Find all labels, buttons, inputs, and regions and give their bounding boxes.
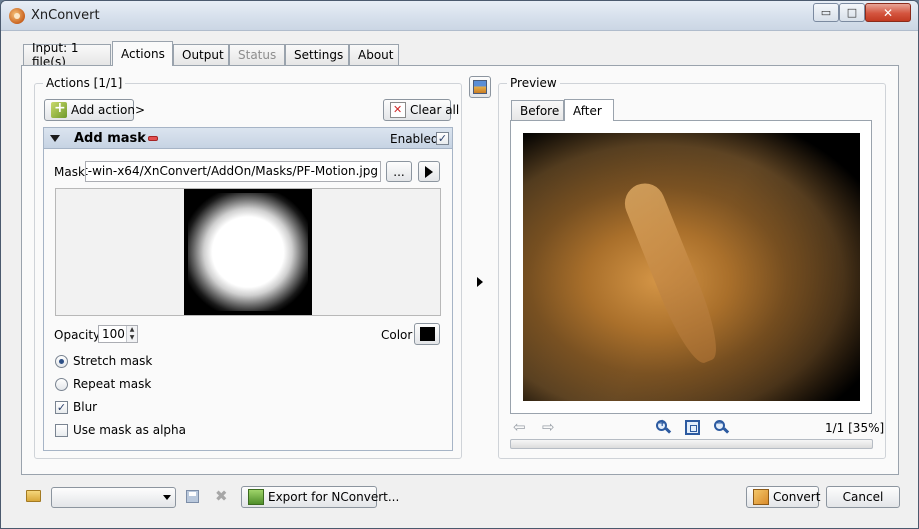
clear-all-button[interactable]: Clear all bbox=[383, 99, 459, 121]
convert-button[interactable]: Convert bbox=[746, 486, 821, 508]
preview-group-title: Preview bbox=[507, 76, 560, 90]
opacity-label: Opacity bbox=[54, 328, 101, 342]
expand-arrow-icon[interactable] bbox=[477, 277, 483, 287]
tab-after[interactable]: After bbox=[564, 99, 614, 121]
use-mask-alpha-label: Use mask as alpha bbox=[73, 423, 186, 437]
stretch-mask-label: Stretch mask bbox=[73, 354, 153, 368]
mask-path-value: XnConvert-win-x64/XnConvert/AddOn/Masks/… bbox=[86, 164, 378, 178]
app-window: XnConvert ▭ □ ✕ Input: 1 file(s) Actions… bbox=[0, 0, 919, 529]
zoom-in-sign: + bbox=[658, 418, 667, 429]
tab-about[interactable]: About bbox=[349, 44, 399, 65]
zoom-in-icon[interactable]: + bbox=[656, 418, 672, 435]
preview-progress-bar bbox=[510, 439, 873, 449]
delete-icon[interactable]: ✖ bbox=[215, 487, 228, 505]
add-action-icon bbox=[51, 100, 67, 118]
spin-down-icon[interactable]: ▼ bbox=[127, 334, 137, 342]
enabled-checkbox[interactable]: ✓ bbox=[436, 132, 449, 145]
save-icon[interactable] bbox=[186, 490, 199, 503]
export-icon bbox=[248, 489, 264, 505]
browse-mask-button[interactable]: ... bbox=[386, 161, 412, 182]
add-action-button[interactable]: Add action> bbox=[44, 99, 145, 121]
mask-path-input[interactable]: XnConvert-win-x64/XnConvert/AddOn/Masks/… bbox=[85, 161, 381, 182]
opacity-spinbox[interactable]: 100 ▲ ▼ bbox=[98, 325, 138, 343]
repeat-mask-radio[interactable] bbox=[55, 378, 68, 391]
blur-label: Blur bbox=[73, 400, 98, 414]
preview-pane bbox=[510, 120, 872, 414]
zoom-out-icon[interactable]: − bbox=[714, 418, 730, 435]
chevron-down-icon bbox=[163, 495, 171, 500]
stretch-mask-radio[interactable] bbox=[55, 355, 68, 368]
spin-up-icon[interactable]: ▲ bbox=[127, 326, 137, 334]
xnconvert-logo-icon bbox=[9, 8, 25, 24]
opacity-spin-arrows[interactable]: ▲ ▼ bbox=[126, 326, 137, 342]
title-bar: XnConvert ▭ □ ✕ bbox=[1, 1, 918, 31]
opacity-value: 100 bbox=[102, 327, 125, 341]
close-button[interactable]: ✕ bbox=[865, 3, 911, 22]
page-zoom-info: 1/1 [35%] bbox=[825, 421, 885, 435]
mask-preview-area bbox=[55, 188, 441, 316]
clear-all-label: Clear all bbox=[410, 103, 460, 117]
play-icon bbox=[425, 165, 433, 178]
cancel-button[interactable]: Cancel bbox=[826, 486, 900, 508]
color-picker-button[interactable] bbox=[414, 323, 440, 345]
convert-icon bbox=[753, 489, 769, 505]
collapse-arrow-icon[interactable] bbox=[50, 135, 60, 142]
convert-label: Convert bbox=[773, 490, 821, 504]
tab-settings[interactable]: Settings bbox=[285, 44, 349, 65]
use-mask-alpha-checkbox[interactable] bbox=[55, 424, 68, 437]
play-button[interactable] bbox=[418, 161, 440, 182]
actions-group-title: Actions [1/1] bbox=[43, 76, 126, 90]
export-label: Export for NConvert... bbox=[268, 490, 400, 504]
tab-before[interactable]: Before bbox=[511, 100, 564, 121]
next-icon[interactable]: ⇨ bbox=[542, 418, 555, 436]
color-label: Color bbox=[381, 328, 413, 342]
blur-checkbox[interactable]: ✓ bbox=[55, 401, 68, 414]
previous-icon[interactable]: ⇦ bbox=[513, 418, 526, 436]
color-swatch bbox=[420, 327, 435, 341]
zoom-out-sign: − bbox=[716, 418, 725, 429]
clear-all-icon bbox=[390, 102, 406, 118]
mask-label: Mask bbox=[54, 165, 85, 179]
folder-icon[interactable] bbox=[26, 490, 41, 502]
fit-to-window-icon[interactable] bbox=[685, 420, 700, 435]
add-action-label: Add action> bbox=[71, 103, 146, 117]
tab-input[interactable]: Input: 1 file(s) bbox=[23, 41, 111, 69]
remove-action-icon[interactable] bbox=[148, 136, 158, 141]
preview-toggle-button[interactable] bbox=[469, 76, 491, 98]
mask-thumbnail bbox=[184, 189, 312, 315]
export-nconvert-button[interactable]: Export for NConvert... bbox=[241, 486, 399, 508]
minimize-button[interactable]: ▭ bbox=[813, 3, 839, 22]
preset-dropdown[interactable] bbox=[51, 487, 176, 508]
tab-actions[interactable]: Actions bbox=[112, 41, 173, 66]
enabled-label: Enabled bbox=[390, 132, 439, 146]
preview-toggle-icon bbox=[473, 80, 487, 94]
add-mask-title: Add mask bbox=[74, 131, 146, 146]
preview-image bbox=[523, 133, 860, 401]
maximize-button[interactable]: □ bbox=[839, 3, 865, 22]
repeat-mask-label: Repeat mask bbox=[73, 377, 152, 391]
window-title: XnConvert bbox=[31, 8, 100, 23]
add-mask-header[interactable]: Add mask Enabled ✓ bbox=[43, 127, 453, 149]
tab-status[interactable]: Status bbox=[229, 44, 285, 65]
tab-output[interactable]: Output bbox=[173, 44, 229, 65]
